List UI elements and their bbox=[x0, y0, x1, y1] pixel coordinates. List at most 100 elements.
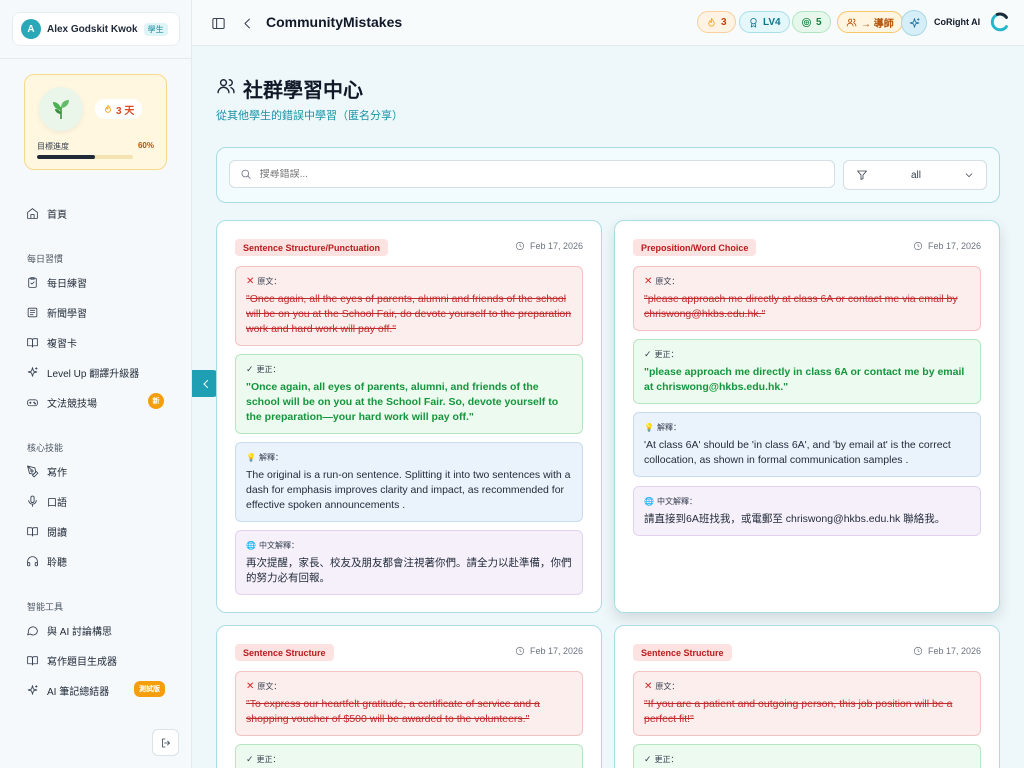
card-date-text: Feb 17, 2026 bbox=[529, 646, 583, 656]
card-date: Feb 17, 2026 bbox=[913, 646, 981, 656]
community-icon bbox=[216, 76, 236, 96]
plant-icon bbox=[39, 87, 83, 131]
search-input[interactable] bbox=[259, 168, 824, 180]
nav-reading[interactable]: 閱讀 bbox=[26, 522, 67, 540]
top-header: CommunityMistakes 3 LV4 5 → 導師 CoRight A… bbox=[192, 0, 1024, 46]
nav-daily-practice[interactable]: 每日練習 bbox=[26, 273, 87, 291]
streak-card: 3 天 目標進度 60% bbox=[24, 74, 167, 170]
mistake-card[interactable]: Sentence Structure/Punctuation Feb 17, 2… bbox=[216, 220, 602, 613]
zh-explanation-box: 🌐 中文解釋： 再次提醒，家長、校友及朋友都會注視著你們。請全力以赴準備，你們的努… bbox=[235, 530, 583, 595]
nav-news-learning[interactable]: 新聞學習 bbox=[26, 303, 87, 321]
pen-tool-icon bbox=[27, 465, 39, 477]
zh-explanation-text: 再次提醒，家長、校友及朋友都會注視著你們。請全力以赴準備，你們的努力必有回報。 bbox=[246, 557, 572, 584]
check-icon: ✓ bbox=[644, 754, 652, 764]
gamepad-icon bbox=[27, 398, 38, 406]
chevron-down-icon bbox=[965, 173, 973, 178]
nav-section-ai: 智能工具 bbox=[27, 602, 64, 612]
card-date: Feb 17, 2026 bbox=[515, 241, 583, 251]
clock-icon bbox=[913, 241, 923, 251]
corrected-label: 更正： bbox=[256, 755, 281, 764]
ai-assistant-name: CoRight AI bbox=[934, 17, 981, 27]
clock-icon bbox=[515, 646, 525, 656]
mistake-card[interactable]: Sentence Structure Feb 17, 2026 ✕ 原文： "If… bbox=[614, 625, 1000, 768]
sparkles-icon bbox=[27, 366, 38, 377]
zh-explanation-box: 🌐 中文解釋： 請直接到6A班找我，或電郵至 chriswong@hkbs.edu… bbox=[633, 486, 981, 536]
goal-progress-fill bbox=[37, 155, 95, 159]
cross-icon: ✕ bbox=[246, 276, 255, 287]
mistake-card[interactable]: Preposition/Word Choice Feb 17, 2026 ✕ 原文… bbox=[614, 220, 1000, 613]
search-box[interactable] bbox=[229, 160, 835, 188]
panel-left-icon bbox=[211, 17, 225, 29]
mistake-card[interactable]: Sentence Structure Feb 17, 2026 ✕ 原文： "To… bbox=[216, 625, 602, 768]
lightbulb-icon: 💡 bbox=[644, 423, 654, 432]
goal-progress-bar bbox=[37, 155, 133, 159]
clock-icon bbox=[515, 241, 525, 251]
streak-count: 3 bbox=[721, 16, 727, 28]
original-label: 原文： bbox=[257, 682, 282, 691]
ai-assistant-button[interactable] bbox=[901, 10, 927, 36]
back-button[interactable] bbox=[238, 14, 256, 32]
nav-home-label: 首頁 bbox=[47, 209, 67, 221]
goal-percent: 60% bbox=[137, 141, 154, 150]
level-value: LV4 bbox=[763, 16, 781, 28]
category-filter-select[interactable]: all bbox=[843, 160, 987, 190]
nav-home[interactable]: 首頁 bbox=[26, 204, 67, 222]
nav-news-learning-label: 新聞學習 bbox=[47, 308, 87, 320]
nav-writing[interactable]: 寫作 bbox=[26, 462, 67, 480]
logout-icon bbox=[161, 738, 170, 747]
corrected-label: 更正： bbox=[654, 755, 679, 764]
search-icon bbox=[241, 169, 251, 179]
corrected-box: ✓ 更正： "please approach me directly in cla… bbox=[633, 339, 981, 404]
goal-label: 目標進度 bbox=[37, 142, 69, 151]
nav-section-daily: 每日習慣 bbox=[27, 254, 64, 264]
original-box: ✕ 原文： "Once again, all the eyes of parent… bbox=[235, 266, 583, 346]
mentor-label: → 導師 bbox=[861, 18, 894, 30]
original-label: 原文： bbox=[655, 682, 680, 691]
sparkles-icon bbox=[909, 17, 920, 28]
book-open-icon bbox=[27, 655, 38, 665]
user-profile-chip[interactable]: A Alex Godskit Kwok 學生 bbox=[12, 12, 180, 46]
nav-listening-label: 聆聽 bbox=[47, 557, 67, 569]
headphones-icon bbox=[27, 555, 38, 566]
nav-grammar-arena[interactable]: 文法競技場 bbox=[26, 393, 97, 411]
nav-level-up-label: Level Up 翻譯升級器 bbox=[47, 368, 140, 380]
streak-badge[interactable]: 3 bbox=[697, 11, 736, 33]
avatar: A bbox=[21, 19, 41, 39]
coins-badge[interactable]: 5 bbox=[792, 11, 831, 33]
explanation-label: 解釋： bbox=[656, 423, 681, 432]
nav-speaking[interactable]: 口語 bbox=[26, 492, 67, 510]
lightbulb-icon: 💡 bbox=[246, 453, 256, 462]
book-open-icon bbox=[27, 337, 38, 347]
nav-ai-notes[interactable]: AI 筆記總結器 bbox=[26, 681, 109, 699]
nav-review-cards[interactable]: 複習卡 bbox=[26, 333, 77, 351]
original-text: "To express our heartfelt gratitude, a c… bbox=[246, 698, 540, 725]
original-box: ✕ 原文： "please approach me directly at cla… bbox=[633, 266, 981, 331]
chevron-left-icon bbox=[203, 379, 208, 388]
nav-prompt-generator[interactable]: 寫作題目生成器 bbox=[26, 651, 117, 669]
nav-level-up[interactable]: Level Up 翻譯升級器 bbox=[26, 363, 139, 381]
nav-listening[interactable]: 聆聽 bbox=[26, 552, 67, 570]
original-label: 原文： bbox=[655, 277, 680, 286]
nav-speaking-label: 口語 bbox=[47, 497, 67, 509]
flame-icon bbox=[105, 104, 111, 113]
card-date-text: Feb 17, 2026 bbox=[927, 646, 981, 656]
zh-explanation-label: 中文解釋： bbox=[656, 497, 697, 506]
globe-icon: 🌐 bbox=[246, 541, 256, 550]
flame-icon bbox=[708, 17, 715, 26]
globe-icon: 🌐 bbox=[644, 497, 654, 506]
explanation-box: 💡 解釋： 'At class 6A' should be 'in class 6… bbox=[633, 412, 981, 477]
toggle-sidebar-button[interactable] bbox=[209, 14, 227, 32]
category-filter-value: all bbox=[910, 169, 921, 181]
collapse-sidebar-button[interactable] bbox=[192, 370, 219, 397]
newspaper-icon bbox=[27, 307, 38, 317]
original-box: ✕ 原文： "To express our heartfelt gratitude… bbox=[235, 671, 583, 736]
nav-ai-discuss[interactable]: 與 AI 討論構思 bbox=[26, 621, 112, 639]
beta-badge: 測試版 bbox=[134, 681, 165, 697]
chevron-left-icon bbox=[243, 18, 250, 28]
mentor-button[interactable]: → 導師 bbox=[837, 11, 903, 33]
app-logo-icon bbox=[990, 12, 1008, 32]
logout-button[interactable] bbox=[152, 729, 179, 756]
nav-ai-discuss-label: 與 AI 討論構思 bbox=[47, 626, 113, 638]
card-date: Feb 17, 2026 bbox=[913, 241, 981, 251]
level-badge[interactable]: LV4 bbox=[739, 11, 790, 33]
